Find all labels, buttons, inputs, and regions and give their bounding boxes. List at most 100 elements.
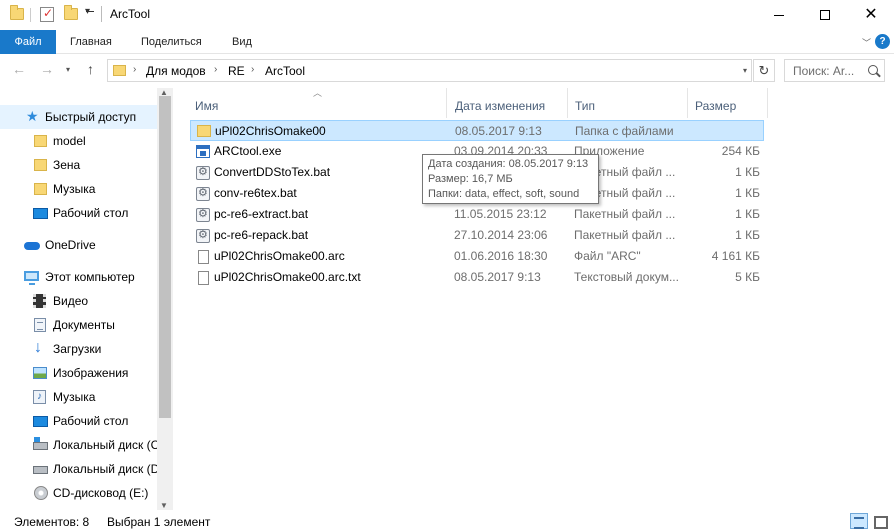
- tab-view[interactable]: Вид: [232, 30, 252, 54]
- nav-item-music[interactable]: ♪ Музыка: [0, 385, 160, 409]
- nav-item-quick-access[interactable]: ★ Быстрый доступ: [0, 105, 160, 129]
- title-bar: ▾ ArcTool ✕: [0, 0, 894, 30]
- nav-item-cd-drive[interactable]: CD-дисковод (E:): [0, 481, 160, 505]
- file-date: 11.05.2015 23:12: [454, 207, 547, 221]
- breadcrumb-separator-icon[interactable]: ›: [214, 64, 217, 75]
- breadcrumb-item[interactable]: Для модов: [146, 64, 206, 78]
- nav-item-label: Музыка: [53, 390, 96, 404]
- file-name: conv-re6tex.bat: [214, 186, 297, 200]
- tab-share[interactable]: Поделиться: [141, 30, 202, 54]
- nav-item-model[interactable]: model: [0, 129, 160, 153]
- nav-item-label: Локальный диск (D: [53, 462, 160, 476]
- column-header-date[interactable]: Дата изменения: [455, 93, 545, 119]
- column-divider[interactable]: [687, 88, 688, 118]
- tooltip-size: Размер: 16,7 МБ: [428, 173, 513, 185]
- column-divider[interactable]: [567, 88, 568, 118]
- nav-item-label: Рабочий стол: [53, 414, 129, 428]
- nav-item-documents[interactable]: Документы: [0, 313, 160, 337]
- minimize-icon: [774, 14, 784, 16]
- scrollbar-thumb[interactable]: [159, 96, 171, 418]
- file-type: Пакетный файл ...: [574, 228, 676, 242]
- nav-item-label: Зена: [53, 158, 81, 172]
- file-size: 1 КБ: [735, 186, 760, 200]
- nav-item-label: Рабочий стол: [53, 206, 129, 220]
- column-divider[interactable]: [767, 88, 768, 118]
- breadcrumb-separator-icon[interactable]: ›: [251, 64, 254, 75]
- address-bar[interactable]: › Для модов › RE › ArcTool ▾: [107, 59, 752, 82]
- desktop-icon: [33, 416, 48, 427]
- download-icon: ↓: [34, 339, 42, 356]
- bat-icon: [196, 228, 210, 243]
- file-size: 254 КБ: [721, 144, 760, 158]
- breadcrumb-item[interactable]: RE: [228, 64, 245, 78]
- maximize-button[interactable]: [802, 0, 848, 30]
- video-icon: [33, 294, 46, 308]
- large-icons-view-button[interactable]: [871, 513, 889, 529]
- nav-item-downloads[interactable]: ↓ Загрузки: [0, 337, 160, 361]
- bat-icon: [196, 165, 210, 180]
- search-icon: [868, 65, 878, 75]
- column-header-size[interactable]: Размер: [695, 93, 736, 119]
- file-icon: [198, 250, 209, 264]
- file-row[interactable]: uPl02ChrisOmake00 08.05.2017 9:13 Папка …: [190, 120, 764, 141]
- nav-item-label: Видео: [53, 294, 89, 308]
- nav-item-music-folder[interactable]: Музыка: [0, 177, 160, 201]
- refresh-button[interactable]: ↻: [753, 59, 775, 82]
- minimize-button[interactable]: [756, 0, 802, 30]
- details-view-button[interactable]: [850, 513, 868, 529]
- nav-item-this-pc[interactable]: Этот компьютер: [0, 265, 160, 289]
- nav-item-label: Локальный диск (C: [53, 438, 160, 452]
- tab-home[interactable]: Главная: [70, 30, 112, 54]
- music-icon: ♪: [33, 390, 46, 404]
- nav-item-onedrive[interactable]: OneDrive: [0, 233, 160, 257]
- nav-item-label: Документы: [53, 318, 115, 332]
- new-folder-icon[interactable]: [64, 5, 78, 20]
- column-header-name[interactable]: Имя: [195, 93, 218, 119]
- column-header-type[interactable]: Тип: [575, 93, 595, 119]
- cd-icon: [34, 486, 48, 500]
- file-row[interactable]: uPl02ChrisOmake00.arc 01.06.2016 18:30 Ф…: [190, 246, 764, 267]
- bat-icon: [196, 186, 210, 201]
- scroll-down-icon[interactable]: ▼: [160, 501, 168, 510]
- breadcrumb-separator-icon[interactable]: ›: [133, 64, 136, 75]
- nav-item-video[interactable]: Видео: [0, 289, 160, 313]
- drive-icon: [33, 437, 48, 450]
- sort-ascending-icon: ︿: [313, 88, 323, 98]
- nav-item-zena[interactable]: Зена: [0, 153, 160, 177]
- file-size: 1 КБ: [735, 165, 760, 179]
- up-button[interactable]: ↑: [87, 61, 94, 77]
- expand-ribbon-icon[interactable]: ﹀: [862, 36, 871, 49]
- breadcrumb-item[interactable]: ArcTool: [265, 64, 305, 78]
- file-name: uPl02ChrisOmake00.arc.txt: [214, 270, 361, 284]
- ribbon-tabs: Файл Главная Поделиться Вид ﹀ ?: [0, 30, 894, 54]
- help-icon[interactable]: ?: [875, 34, 890, 49]
- nav-item-drive-d[interactable]: Локальный диск (D: [0, 457, 160, 481]
- nav-item-drive-c[interactable]: Локальный диск (C: [0, 433, 160, 457]
- column-divider[interactable]: [446, 88, 447, 118]
- folder-icon: [10, 5, 24, 20]
- nav-scrollbar[interactable]: ▲ ▼: [157, 88, 173, 510]
- address-dropdown-icon[interactable]: ▾: [743, 66, 747, 75]
- nav-item-desktop[interactable]: Рабочий стол: [0, 201, 160, 225]
- close-button[interactable]: ✕: [848, 0, 894, 30]
- file-row[interactable]: pc-re6-repack.bat 27.10.2014 23:06 Пакет…: [190, 225, 764, 246]
- drive-icon: [33, 466, 48, 474]
- folder-info-tooltip: Дата создания: 08.05.2017 9:13 Размер: 1…: [422, 154, 599, 204]
- file-size: 5 КБ: [735, 270, 760, 284]
- search-input[interactable]: Поиск: Ar...: [784, 59, 885, 82]
- tooltip-created: Дата создания: 08.05.2017 9:13: [428, 158, 589, 170]
- file-size: 1 КБ: [735, 228, 760, 242]
- file-date: 08.05.2017 9:13: [455, 124, 542, 138]
- recent-locations-button[interactable]: ▾: [66, 65, 70, 74]
- forward-button[interactable]: →: [40, 61, 54, 77]
- file-row[interactable]: pc-re6-extract.bat 11.05.2015 23:12 Паке…: [190, 204, 764, 225]
- back-button[interactable]: ←: [12, 61, 26, 77]
- properties-icon[interactable]: [40, 6, 54, 22]
- nav-item-pictures[interactable]: Изображения: [0, 361, 160, 385]
- tab-file[interactable]: Файл: [0, 30, 56, 54]
- text-file-icon: [198, 271, 209, 285]
- file-row[interactable]: uPl02ChrisOmake00.arc.txt 08.05.2017 9:1…: [190, 267, 764, 288]
- nav-item-desktop-pc[interactable]: Рабочий стол: [0, 409, 160, 433]
- folder-icon: [34, 183, 47, 195]
- nav-item-label: Изображения: [53, 366, 129, 380]
